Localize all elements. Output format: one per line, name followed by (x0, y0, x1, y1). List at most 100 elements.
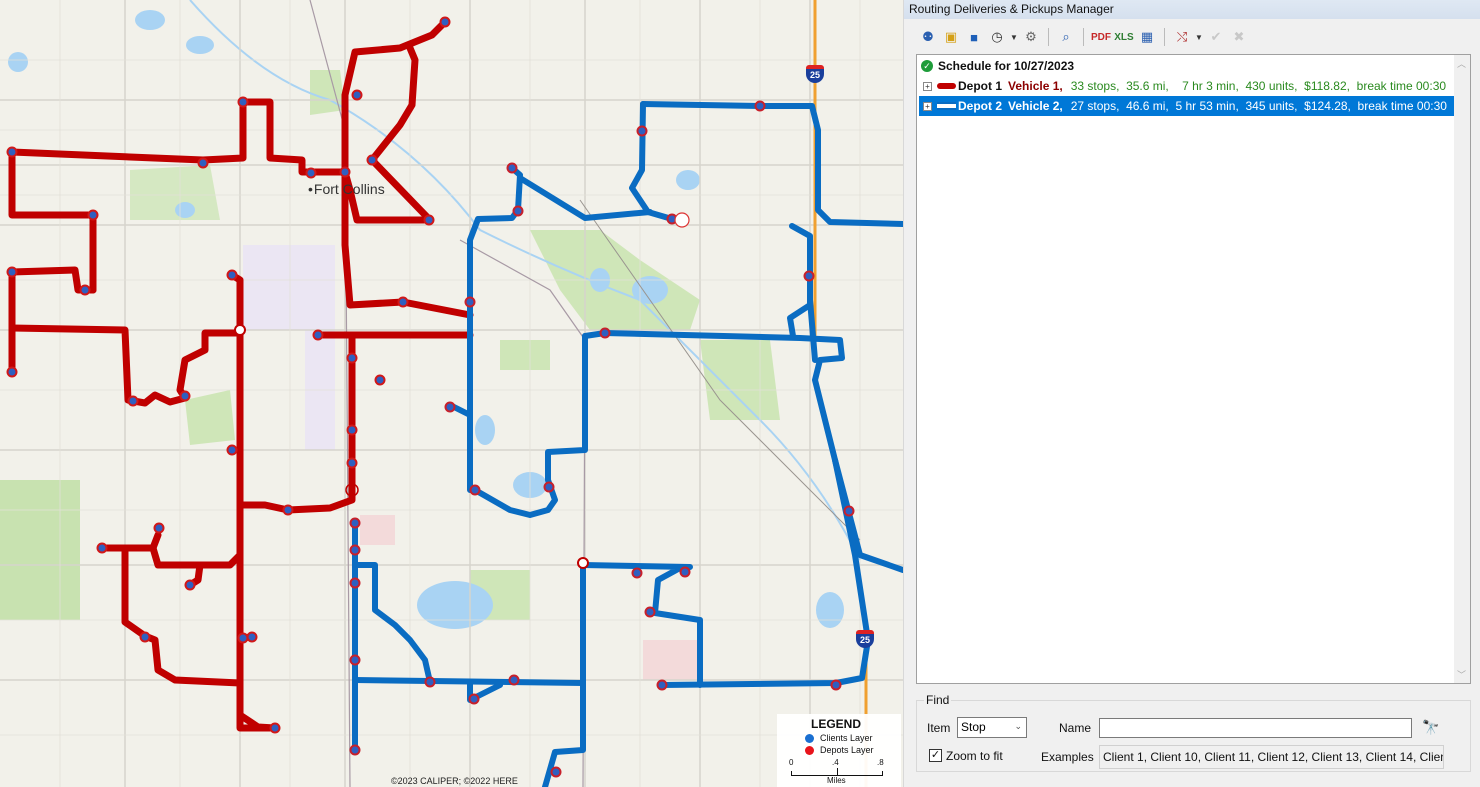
stop-marker[interactable] (305, 167, 317, 179)
routing-manager-panel: Routing Deliveries & Pickups Manager ⚉ ▣… (903, 0, 1480, 787)
stop-marker[interactable] (550, 766, 562, 778)
stop-marker[interactable] (508, 674, 520, 686)
stop-marker[interactable] (397, 296, 409, 308)
layout-icon[interactable]: ▦ (1137, 27, 1157, 47)
stop-marker[interactable] (6, 146, 18, 158)
item-select[interactable]: Stop ⌄ (957, 717, 1027, 738)
stop-marker[interactable] (139, 631, 151, 643)
stop-marker[interactable] (803, 270, 815, 282)
stop-marker[interactable] (197, 157, 209, 169)
stop-marker[interactable] (79, 284, 91, 296)
pdf-icon[interactable]: PDF (1091, 27, 1111, 47)
stop-marker[interactable] (754, 100, 766, 112)
schedule-tree[interactable]: ✓ Schedule for 10/27/2023 + Depot 1 Vehi… (916, 54, 1471, 684)
vertical-scrollbar[interactable]: ︿ ﹀ (1454, 55, 1470, 683)
stop-marker[interactable] (87, 209, 99, 221)
chevron-down-icon[interactable]: ⌄ (1014, 721, 1022, 732)
stop-marker[interactable] (349, 744, 361, 756)
stop-marker[interactable] (346, 424, 358, 436)
route-row-depot-1[interactable]: + Depot 1 Vehicle 1, 33 stops, 35.6 mi, … (919, 76, 1454, 96)
stop-marker[interactable] (237, 632, 249, 644)
stop-marker[interactable] (346, 352, 358, 364)
legend-label: Clients Layer (820, 733, 873, 743)
depot-1-marker (234, 324, 246, 336)
optimize-icon[interactable]: ⌕ (1056, 27, 1076, 47)
stop-marker[interactable] (349, 544, 361, 556)
stop-marker[interactable] (351, 89, 363, 101)
stop-marker[interactable] (184, 579, 196, 591)
stop-marker[interactable] (506, 162, 518, 174)
stop-marker[interactable] (631, 567, 643, 579)
stop-marker[interactable] (424, 676, 436, 688)
route-stats: 27 stops, 46.6 mi, 5 hr 53 min, 345 unit… (1070, 99, 1447, 113)
stop-marker[interactable] (226, 444, 238, 456)
stop-marker[interactable] (830, 679, 842, 691)
legend-item-depots: Depots Layer (805, 745, 874, 755)
stop-marker[interactable] (179, 390, 191, 402)
stop-marker[interactable] (636, 125, 648, 137)
zoom-to-fit-label[interactable]: Zoom to fit (946, 749, 1003, 763)
legend-label: Depots Layer (820, 745, 874, 755)
map-canvas[interactable] (0, 0, 903, 787)
scroll-down-icon[interactable]: ﹀ (1457, 668, 1466, 681)
stop-marker[interactable] (349, 517, 361, 529)
stop-marker[interactable] (339, 166, 351, 178)
cancel-icon[interactable]: ✖ (1229, 27, 1249, 47)
stop-marker[interactable] (656, 679, 668, 691)
stop-marker[interactable] (543, 481, 555, 493)
stop-marker[interactable] (312, 329, 324, 341)
clients-icon[interactable]: ⚉ (918, 27, 938, 47)
stop-marker[interactable] (96, 542, 108, 554)
stop-marker[interactable] (346, 457, 358, 469)
stop-marker[interactable] (127, 395, 139, 407)
stop-marker[interactable] (237, 96, 249, 108)
truck-icon[interactable]: ■ (964, 27, 984, 47)
stop-marker[interactable] (468, 693, 480, 705)
interstate-shield: 25 (856, 630, 874, 648)
expand-icon[interactable]: + (923, 101, 932, 111)
find-group: Find Item Stop ⌄ Name 🔭 ✓ Zoom to fit Ex… (916, 693, 1471, 772)
stop-marker[interactable] (6, 266, 18, 278)
name-input[interactable] (1099, 718, 1412, 738)
expand-icon[interactable]: + (923, 81, 932, 91)
stop-marker[interactable] (423, 214, 435, 226)
stop-marker[interactable] (246, 631, 258, 643)
stop-marker[interactable] (843, 505, 855, 517)
settings-icon[interactable]: ⚙ (1021, 27, 1041, 47)
map-locations-icon[interactable]: ▣ (941, 27, 961, 47)
swap-routes-icon[interactable]: ⤭ (1172, 27, 1192, 47)
stop-marker[interactable] (153, 522, 165, 534)
zoom-to-fit-checkbox[interactable]: ✓ (929, 749, 942, 762)
accept-icon[interactable]: ✔ (1206, 27, 1226, 47)
stop-marker[interactable] (226, 269, 238, 281)
stop-marker[interactable] (469, 484, 481, 496)
clock-dropdown-caret-icon[interactable]: ▼ (1010, 33, 1018, 42)
stop-marker[interactable] (679, 566, 691, 578)
stop-marker[interactable] (269, 722, 281, 734)
find-group-label: Find (924, 693, 952, 707)
schedule-title: Schedule for 10/27/2023 (938, 59, 1075, 73)
clock-icon[interactable]: ◷ (987, 27, 1007, 47)
stop-marker[interactable] (282, 504, 294, 516)
stop-marker[interactable] (444, 401, 456, 413)
stop-marker[interactable] (374, 374, 386, 386)
stop-marker[interactable] (439, 16, 451, 28)
examples-label: Examples (1041, 750, 1094, 764)
map-copyright: ©2023 CALIPER; ©2022 HERE (391, 776, 518, 786)
stop-marker[interactable] (366, 154, 378, 166)
xls-icon[interactable]: XLS (1114, 27, 1134, 47)
schedule-node[interactable]: ✓ Schedule for 10/27/2023 (921, 56, 1074, 76)
stop-marker[interactable] (599, 327, 611, 339)
stop-marker[interactable] (644, 606, 656, 618)
binoculars-search-icon[interactable]: 🔭 (1422, 719, 1439, 736)
stop-marker[interactable] (349, 654, 361, 666)
map-view[interactable]: Fort Collins 25 25 ©2023 CALIPER; ©2022 … (0, 0, 903, 787)
depot-2-marker (577, 557, 589, 569)
stop-marker[interactable] (512, 205, 524, 217)
stop-marker[interactable] (349, 577, 361, 589)
scroll-up-icon[interactable]: ︿ (1457, 57, 1466, 70)
stop-marker[interactable] (464, 296, 476, 308)
route-row-depot-2[interactable]: + Depot 2 Vehicle 2, 27 stops, 46.6 mi, … (919, 96, 1454, 116)
swap-dropdown-caret-icon[interactable]: ▼ (1195, 33, 1203, 42)
stop-marker[interactable] (6, 366, 18, 378)
